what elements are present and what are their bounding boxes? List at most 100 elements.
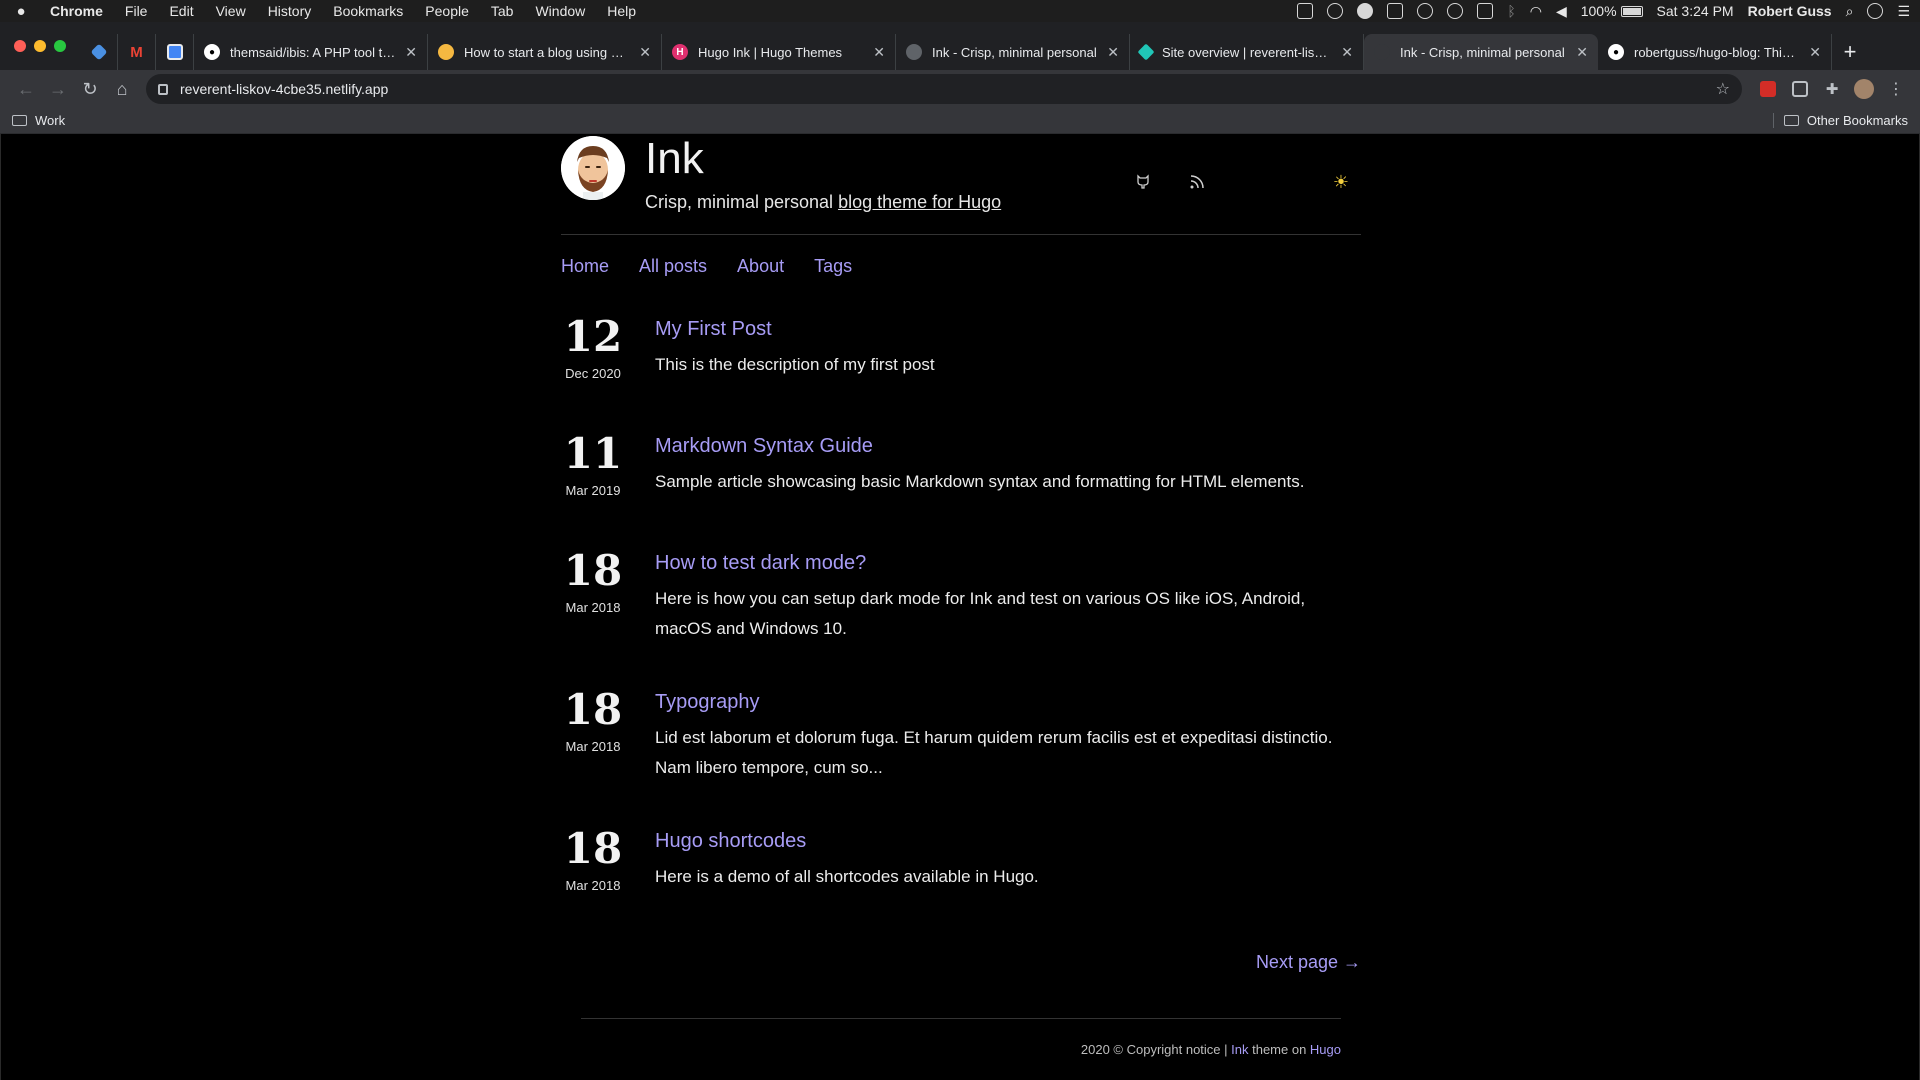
close-window-icon[interactable] (14, 40, 26, 52)
user-name[interactable]: Robert Guss (1748, 3, 1832, 19)
new-tab-button[interactable]: + (1832, 34, 1868, 70)
pinned-tab-gmail[interactable]: M (118, 34, 156, 70)
site-title[interactable]: Ink (645, 134, 704, 184)
close-icon[interactable]: ✕ (639, 44, 651, 61)
post-title-link[interactable]: Markdown Syntax Guide (655, 433, 1361, 459)
post-month: Mar 2018 (565, 739, 621, 754)
tab-title: themsaid/ibis: A PHP tool that (230, 44, 398, 60)
close-icon[interactable]: ✕ (1341, 44, 1353, 61)
bluetooth-icon[interactable]: ᛒ (1507, 3, 1515, 19)
nav-about[interactable]: About (737, 256, 784, 277)
header-divider (561, 234, 1361, 235)
tab-netlify[interactable]: Site overview | reverent-liskov ✕ (1130, 34, 1364, 70)
post-description: Sample article showcasing basic Markdown… (655, 472, 1305, 491)
site-avatar[interactable] (561, 136, 625, 200)
menu-view[interactable]: View (216, 3, 246, 19)
address-bar[interactable]: reverent-liskov-4cbe35.netlify.app ☆ (146, 74, 1742, 104)
globe-icon (1374, 44, 1390, 60)
url-text[interactable]: reverent-liskov-4cbe35.netlify.app (180, 81, 1716, 97)
minimize-window-icon[interactable] (34, 40, 46, 52)
menu-tab[interactable]: Tab (491, 3, 514, 19)
zoom-window-icon[interactable] (54, 40, 66, 52)
tab-hugo-ink-themes[interactable]: H Hugo Ink | Hugo Themes ✕ (662, 34, 896, 70)
airplay-icon[interactable] (1477, 3, 1494, 19)
post-title-link[interactable]: How to test dark mode? (655, 550, 1361, 576)
tab-title: Hugo Ink | Hugo Themes (698, 44, 843, 60)
footer-ink-link[interactable]: Ink (1231, 1042, 1248, 1057)
home-icon[interactable]: ⌂ (106, 73, 138, 105)
menu-window[interactable]: Window (535, 3, 585, 19)
apple-icon[interactable]: ● (10, 3, 32, 20)
post-body: How to test dark mode? Here is how you c… (655, 550, 1361, 644)
wifi-icon[interactable]: ◠ (1530, 3, 1542, 20)
menu-people[interactable]: People (425, 3, 469, 19)
tab-title: Ink - Crisp, minimal personal (1400, 44, 1565, 60)
tab-ibis[interactable]: ● themsaid/ibis: A PHP tool that ✕ (194, 34, 428, 70)
tab-hugo-blog-repo[interactable]: ● robertguss/hugo-blog: This is ✕ (1598, 34, 1832, 70)
menu-edit[interactable]: Edit (169, 3, 193, 19)
gmail-icon: M (130, 43, 143, 61)
tab-blog-hugo[interactable]: How to start a blog using Hug ✕ (428, 34, 662, 70)
cloud-icon[interactable] (1357, 3, 1374, 19)
sun-icon[interactable]: ☀ (1333, 172, 1349, 193)
tab-ink-1[interactable]: Ink - Crisp, minimal personal ✕ (896, 34, 1130, 70)
extension-lastpass[interactable] (1754, 75, 1782, 103)
extensions-button[interactable]: ✚ (1818, 75, 1846, 103)
control-center-icon[interactable]: ☰ (1897, 3, 1910, 20)
tab-title: How to start a blog using Hug (464, 44, 632, 60)
spotlight-icon[interactable]: ⌕ (1846, 3, 1854, 20)
chrome-menu-button[interactable]: ⋮ (1882, 75, 1910, 103)
post-description: Here is how you can setup dark mode for … (655, 589, 1306, 638)
close-icon[interactable]: ✕ (1107, 44, 1119, 61)
close-icon[interactable]: ✕ (873, 44, 885, 61)
post-title-link[interactable]: Hugo shortcodes (655, 828, 1361, 854)
sync-icon[interactable] (1417, 3, 1434, 19)
menu-app-chrome[interactable]: Chrome (50, 3, 103, 19)
menu-bookmarks[interactable]: Bookmarks (333, 3, 403, 19)
chat-icon[interactable] (1327, 3, 1344, 19)
back-arrow-icon[interactable]: ← (10, 73, 42, 105)
forward-arrow-icon[interactable]: → (42, 73, 74, 105)
globe-icon (906, 44, 922, 60)
profile-button[interactable] (1850, 75, 1878, 103)
footer-hugo-link[interactable]: Hugo (1310, 1042, 1341, 1057)
close-icon[interactable]: ✕ (1809, 44, 1821, 61)
pinned-tab-calendar[interactable] (156, 34, 194, 70)
clock[interactable]: Sat 3:24 PM (1657, 3, 1734, 19)
next-page-link[interactable]: Next page → (1256, 952, 1361, 973)
extension-notion[interactable] (1786, 75, 1814, 103)
bookmark-star-icon[interactable]: ☆ (1716, 79, 1730, 99)
post-title-link[interactable]: My First Post (655, 316, 1361, 342)
tagline-link[interactable]: blog theme for Hugo (838, 192, 1001, 212)
alfred-icon[interactable] (1387, 3, 1404, 19)
lock-icon[interactable] (158, 83, 168, 95)
reload-icon[interactable]: ↻ (74, 73, 106, 105)
rss-icon[interactable] (1189, 174, 1205, 195)
post-body: Hugo shortcodes Here is a demo of all sh… (655, 828, 1361, 892)
close-icon[interactable]: ✕ (1576, 44, 1588, 61)
profile-avatar (1854, 79, 1874, 99)
pinned-tab-1[interactable] (80, 34, 118, 70)
d-app-icon[interactable] (1297, 3, 1314, 19)
nav-home[interactable]: Home (561, 256, 609, 277)
menu-history[interactable]: History (268, 3, 312, 19)
menu-file[interactable]: File (125, 3, 148, 19)
nav-all-posts[interactable]: All posts (639, 256, 707, 277)
glasses-icon[interactable] (1447, 3, 1464, 19)
main-nav: Home All posts About Tags (561, 256, 852, 277)
battery-indicator[interactable]: 100% (1581, 3, 1643, 19)
bookmark-folder-work[interactable]: Work (35, 113, 65, 128)
tab-title: Site overview | reverent-liskov (1162, 44, 1334, 60)
calendar-icon (166, 44, 183, 60)
github-icon[interactable] (1135, 174, 1151, 195)
close-icon[interactable]: ✕ (405, 44, 417, 61)
tab-ink-active[interactable]: Ink - Crisp, minimal personal ✕ (1364, 34, 1598, 70)
puzzle-icon: ✚ (1825, 81, 1839, 98)
siri-icon[interactable] (1867, 3, 1884, 19)
other-bookmarks[interactable]: Other Bookmarks (1772, 113, 1908, 128)
volume-icon[interactable]: ◀ (1556, 3, 1567, 20)
post-title-link[interactable]: Typography (655, 689, 1361, 715)
rss-glyph (1190, 175, 1204, 189)
menu-help[interactable]: Help (607, 3, 636, 19)
nav-tags[interactable]: Tags (814, 256, 852, 277)
